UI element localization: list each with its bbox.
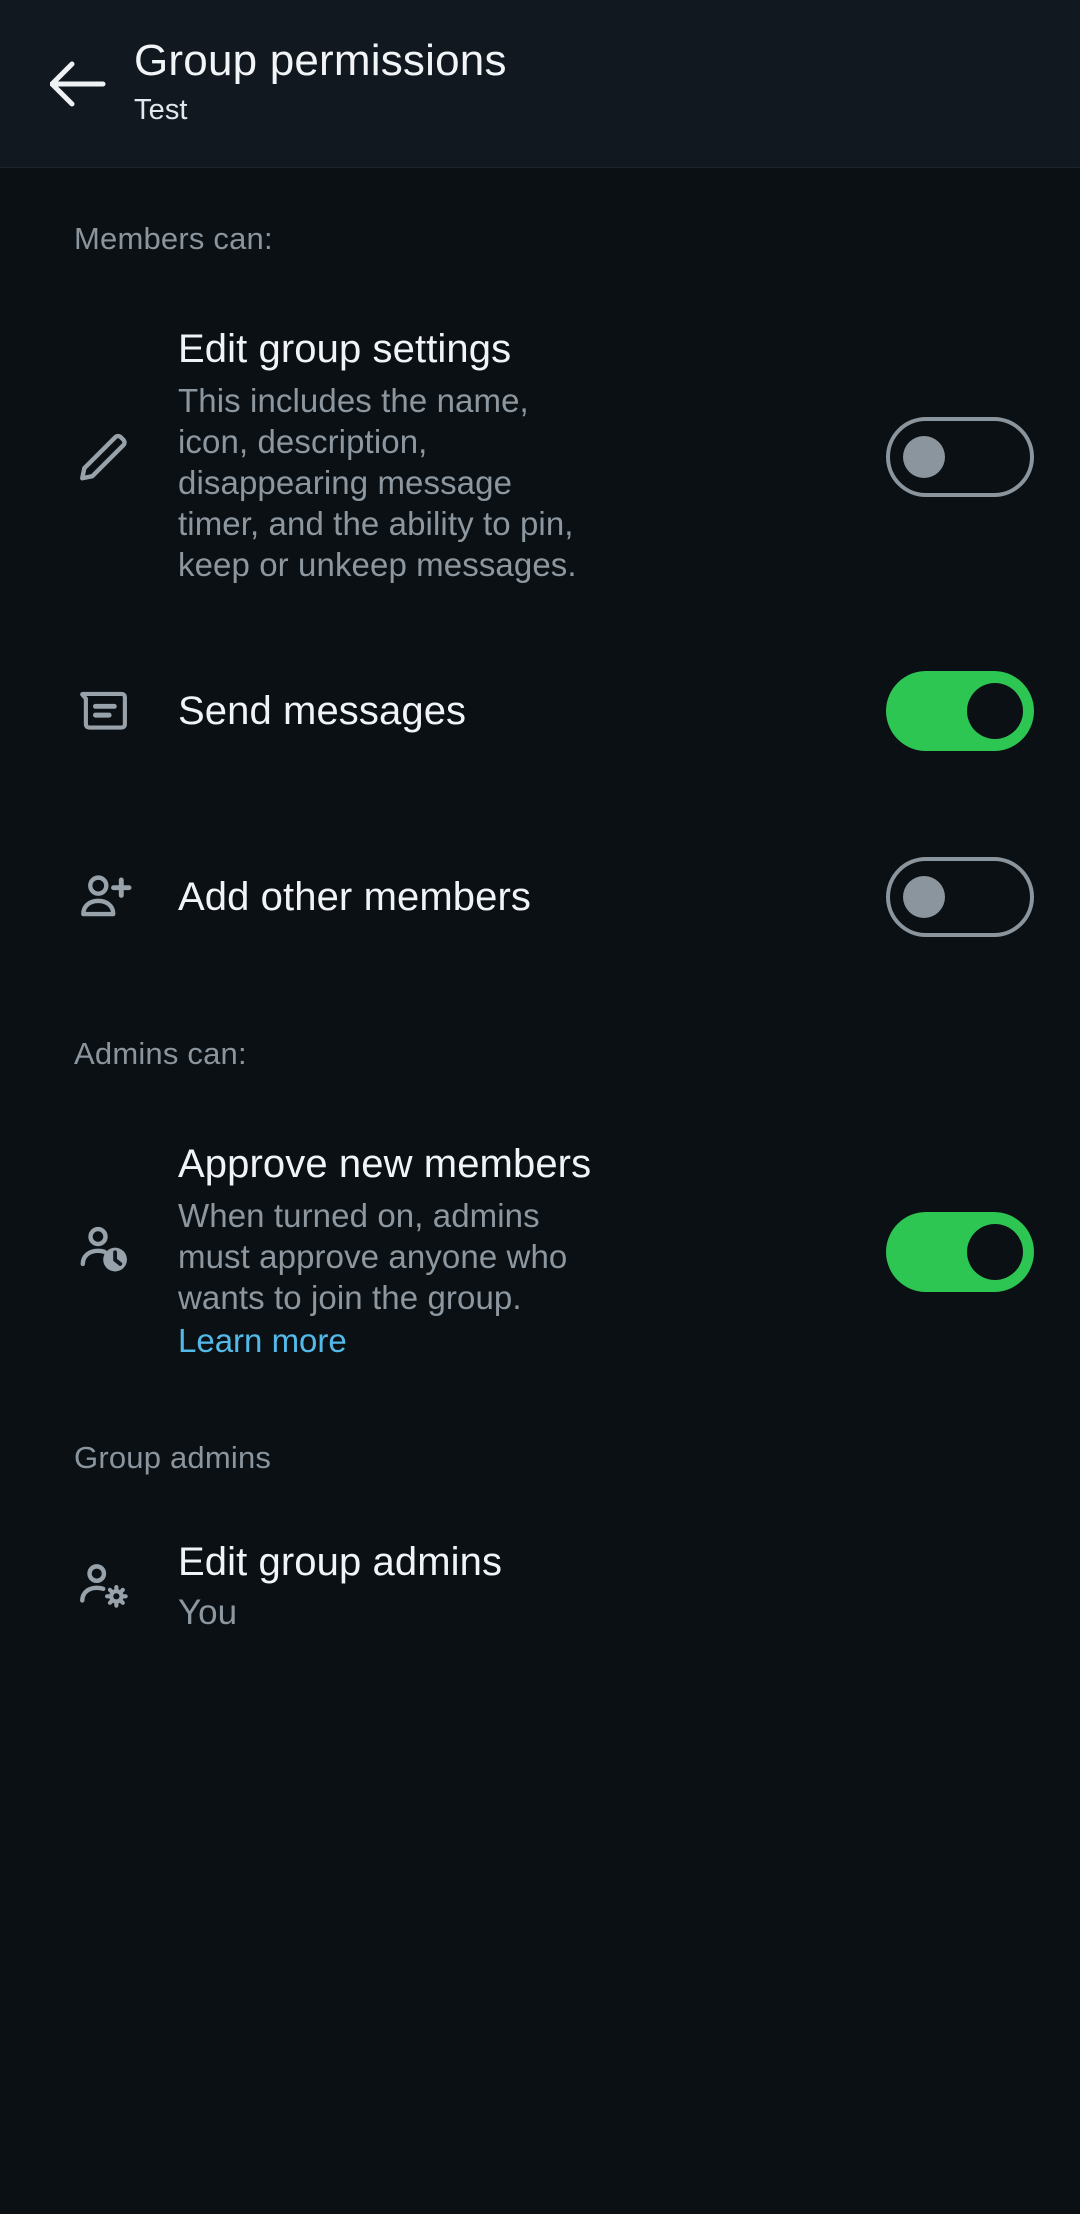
permission-description: When turned on, admins must approve anyo… [178, 1197, 568, 1316]
permission-title: Approve new members [178, 1142, 592, 1186]
permission-text-block: Edit group settings This includes the na… [138, 324, 886, 585]
person-clock-icon [74, 1219, 138, 1281]
toggle-knob [967, 1224, 1023, 1280]
person-add-icon [74, 866, 138, 928]
person-gear-icon [74, 1555, 138, 1617]
permission-title: Add other members [178, 875, 531, 919]
settings-content: Members can: Edit group settings This in… [0, 168, 1080, 1651]
pencil-icon [74, 424, 138, 486]
admin-row-subtitle: You [178, 1593, 238, 1632]
toggle-container [886, 857, 1034, 937]
permission-row-approve-new-members[interactable]: Approve new members When turned on, admi… [0, 1139, 1080, 1361]
permission-text-block: Add other members [138, 872, 886, 922]
page-title: Group permissions [134, 35, 507, 85]
message-icon [74, 680, 138, 742]
toggle-knob [903, 435, 945, 478]
permission-description: This includes the name, icon, descriptio… [178, 382, 577, 583]
toggle-container [886, 413, 1034, 497]
toggle-container [886, 1208, 1034, 1292]
admin-row-title: Edit group admins [178, 1540, 503, 1584]
section-header-members: Members can: [74, 221, 273, 256]
section-header-group-admins: Group admins [74, 1440, 272, 1475]
permission-row-edit-group-settings[interactable]: Edit group settings This includes the na… [0, 324, 1080, 585]
section-header-admins: Admins can: [74, 1036, 247, 1071]
toggle-add-other-members[interactable] [886, 857, 1034, 937]
permission-row-add-other-members[interactable]: Add other members [0, 837, 1080, 957]
toggle-container [886, 671, 1034, 751]
permission-title: Edit group settings [178, 327, 512, 371]
page-subtitle: Test [134, 93, 188, 126]
admin-text-block: Edit group admins You [138, 1537, 1034, 1635]
row-edit-group-admins[interactable]: Edit group admins You [0, 1521, 1080, 1651]
arrow-left-icon [50, 61, 106, 107]
permission-text-block: Approve new members When turned on, admi… [138, 1139, 886, 1361]
toggle-knob [967, 683, 1023, 739]
toggle-send-messages[interactable] [886, 671, 1034, 751]
toggle-knob [903, 876, 945, 918]
permission-text-block: Send messages [138, 686, 886, 736]
toggle-approve-new-members[interactable] [886, 1212, 1034, 1292]
back-button[interactable] [36, 42, 120, 126]
permission-row-send-messages[interactable]: Send messages [0, 651, 1080, 771]
permission-title: Send messages [178, 689, 467, 733]
app-bar-titles: Group permissions Test [134, 35, 507, 129]
app-bar: Group permissions Test [0, 0, 1080, 168]
learn-more-link[interactable]: Learn more [178, 1320, 347, 1361]
toggle-edit-group-settings[interactable] [886, 416, 1034, 497]
